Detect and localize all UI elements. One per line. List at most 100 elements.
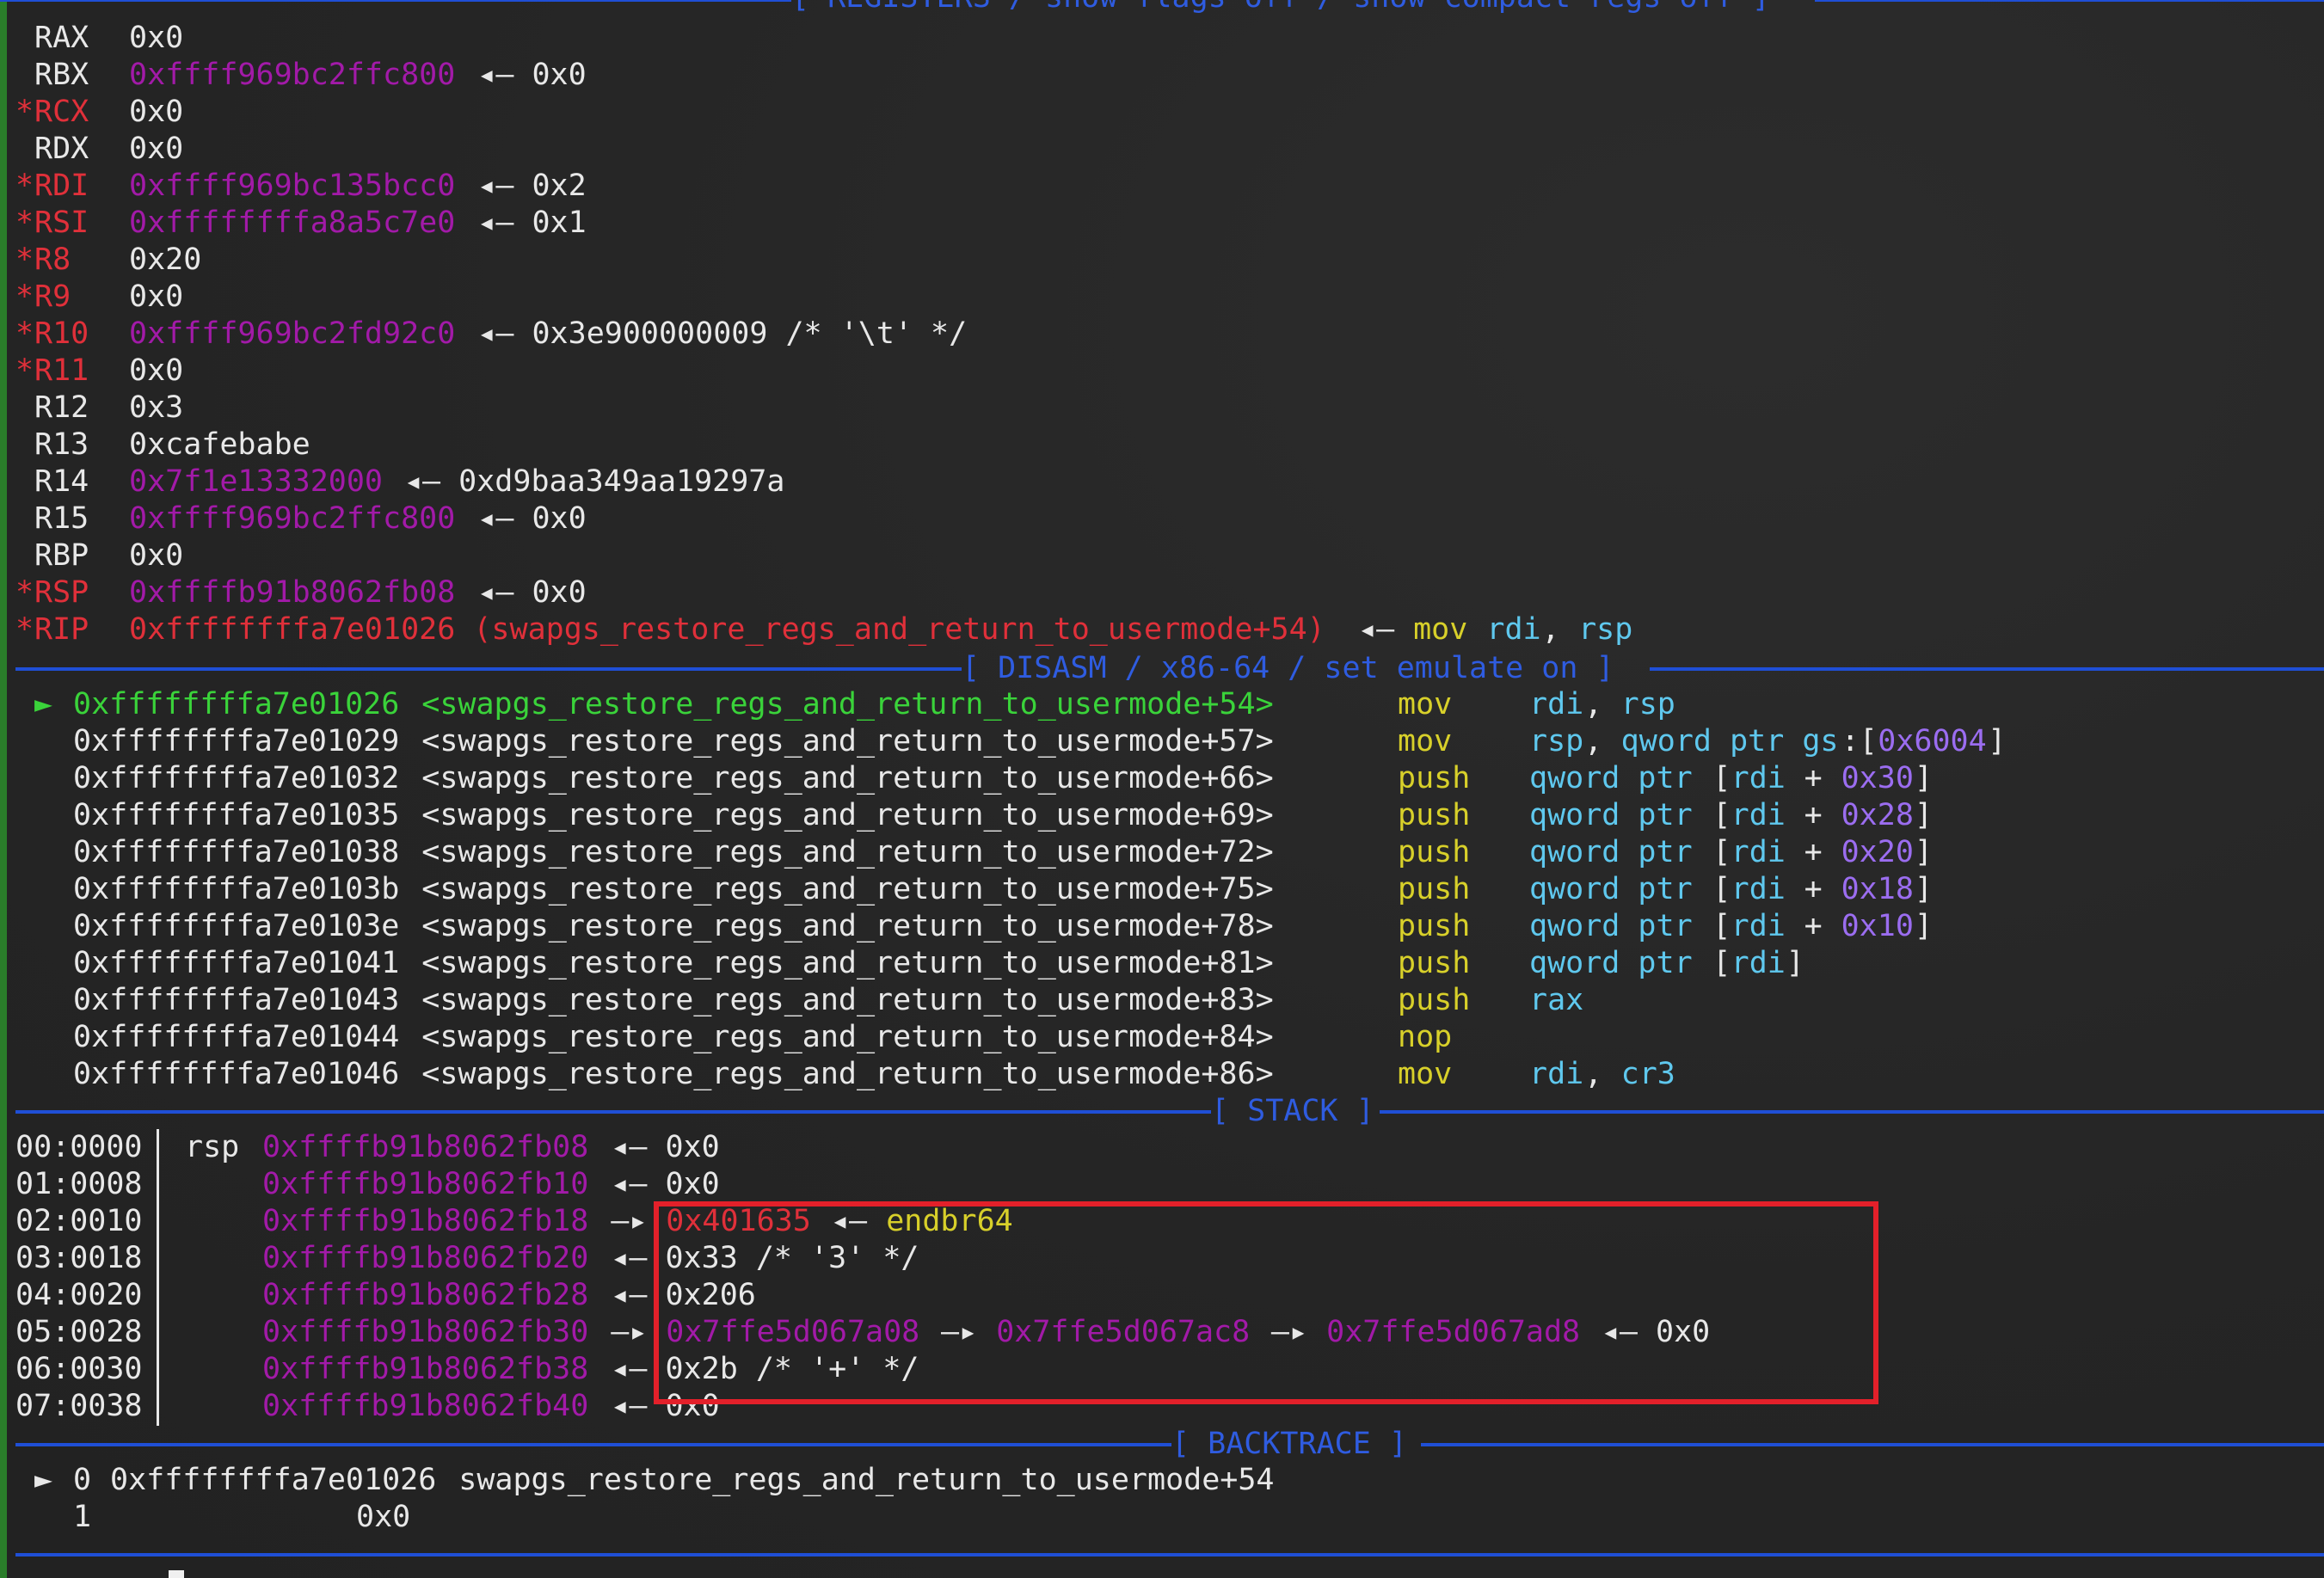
register-name: R8: [34, 243, 71, 277]
disasm-row: 0xffffffffa7e01041 <swapgs_restore_regs_a…: [0, 945, 2324, 982]
register-value: 0x0: [129, 353, 184, 388]
instruction-symbol: <swapgs_restore_regs_and_return_to_userm…: [421, 909, 1274, 943]
instruction-mnemonic: push: [1398, 872, 1471, 906]
instruction-operand-part: qword ptr: [1529, 835, 1711, 869]
instruction-operand-part: 0x30: [1841, 761, 1914, 795]
instruction-operand-part: ]: [1914, 798, 1933, 832]
disasm-row: 0xffffffffa7e01032 <swapgs_restore_regs_a…: [0, 760, 2324, 797]
instruction-operand-part: rdi: [1731, 946, 1786, 980]
instruction-address: 0xffffffffa7e0103e: [73, 909, 400, 943]
instruction-mnemonic: nop: [1398, 1020, 1453, 1054]
instruction-operand-part: rdi: [1731, 835, 1786, 869]
instruction-mnemonic: push: [1398, 909, 1471, 943]
instruction-operand-part: 0x10: [1841, 909, 1914, 943]
backtrace-frame-number: 0: [73, 1463, 92, 1497]
instruction-operand-part: :[: [1841, 724, 1878, 758]
register-name: R12: [34, 390, 89, 425]
instruction-operand-part: qword ptr: [1529, 909, 1711, 943]
backtrace-address: 0xffffffffa7e01026: [110, 1463, 437, 1497]
register-value: 0x0: [129, 95, 184, 129]
register-value: 0x3: [129, 390, 184, 425]
stack-index: 06:0030: [15, 1352, 143, 1386]
backtrace-symbol: swapgs_restore_regs_and_return_to_usermo…: [458, 1463, 1275, 1497]
stack-value-part: ◂— 0x0: [611, 1167, 720, 1201]
disasm-row: 0xffffffffa7e01046 <swapgs_restore_regs_a…: [0, 1056, 2324, 1093]
terminal-window[interactable]: [ REGISTERS / show-flags off / show-comp…: [0, 0, 2324, 1578]
register-row: RDX 0x0: [0, 131, 2324, 168]
instruction-operand-part: qword ptr: [1529, 872, 1711, 906]
instruction-address: 0xffffffffa7e01026: [73, 687, 400, 721]
instruction-address: 0xffffffffa7e01041: [73, 946, 400, 980]
instruction-operand-part: +: [1786, 872, 1841, 906]
register-name: RSP: [34, 575, 89, 610]
instruction-mnemonic: mov: [1398, 687, 1453, 721]
instruction-symbol: <swapgs_restore_regs_and_return_to_userm…: [421, 761, 1274, 795]
instruction-symbol: <swapgs_restore_regs_and_return_to_userm…: [421, 724, 1274, 758]
register-value: 0x0: [129, 538, 184, 573]
stack-index: 03:0018: [15, 1241, 143, 1275]
instruction-operand-part: ,: [1583, 1057, 1621, 1091]
register-value: 0x20: [129, 243, 202, 277]
stack-address: 0xffffb91b8062fb10: [262, 1167, 589, 1201]
instruction-symbol: <swapgs_restore_regs_and_return_to_userm…: [421, 1057, 1274, 1091]
instruction-mnemonic: push: [1398, 798, 1471, 832]
instruction-address: 0xffffffffa7e01035: [73, 798, 400, 832]
instruction-mnemonic: mov: [1398, 1057, 1453, 1091]
instruction-symbol: <swapgs_restore_regs_and_return_to_userm…: [421, 798, 1274, 832]
instruction-operand-part: rsp: [1529, 724, 1584, 758]
register-changed-marker: *: [15, 575, 34, 610]
stack-address: 0xffffb91b8062fb40: [262, 1389, 589, 1423]
bottom-rule: [15, 1553, 2324, 1557]
disasm-row: 0xffffffffa7e0103e <swapgs_restore_regs_a…: [0, 908, 2324, 945]
backtrace-header: [ BACKTRACE ]: [1171, 1427, 1407, 1461]
register-changed-marker: *: [15, 353, 34, 388]
stack-index: 01:0008: [15, 1167, 143, 1201]
instruction-mnemonic: mov: [1398, 724, 1453, 758]
register-name: R14: [34, 464, 89, 499]
instruction-operand-part: 0x20: [1841, 835, 1914, 869]
register-row: RAX 0x0: [0, 20, 2324, 57]
registers-header-rule-left: [0, 0, 791, 2]
stack-value-part: ◂— 0x0: [611, 1130, 720, 1164]
register-name: RAX: [34, 21, 89, 55]
stack-header-rule-right: [1380, 1110, 2324, 1114]
instruction-symbol: <swapgs_restore_regs_and_return_to_userm…: [421, 946, 1274, 980]
register-name: R15: [34, 501, 89, 536]
instruction-symbol: <swapgs_restore_regs_and_return_to_userm…: [421, 983, 1274, 1017]
instruction-symbol: <swapgs_restore_regs_and_return_to_userm…: [421, 872, 1274, 906]
instruction-symbol: <swapgs_restore_regs_and_return_to_userm…: [421, 1020, 1274, 1054]
disasm-row: 0xffffffffa7e01038 <swapgs_restore_regs_a…: [0, 834, 2324, 871]
stack-index: 05:0028: [15, 1315, 143, 1349]
register-value: 0x7f1e13332000: [129, 464, 384, 499]
instruction-operand-part: 0x28: [1841, 798, 1914, 832]
register-changed-marker: *: [15, 95, 34, 129]
registers-header: [ REGISTERS / show-flags off / show-comp…: [791, 0, 1770, 16]
instruction-operand-part: rdi: [1529, 1057, 1584, 1091]
register-value: 0x0: [129, 21, 184, 55]
disasm-row: 0xffffffffa7e0103b <swapgs_restore_regs_a…: [0, 871, 2324, 908]
register-value: 0xffff969bc2ffc800: [129, 58, 456, 92]
instruction-operand-part: 0x18: [1841, 872, 1914, 906]
backtrace-header-rule-left: [15, 1443, 1171, 1446]
disasm-header-rule-left: [15, 667, 962, 671]
disasm-row: 0xffffffffa7e01043 <swapgs_restore_regs_a…: [0, 982, 2324, 1019]
disasm-row: 0xffffffffa7e01035 <swapgs_restore_regs_a…: [0, 797, 2324, 834]
instruction-operand-part: ]: [1914, 872, 1933, 906]
instruction-mnemonic: push: [1398, 983, 1471, 1017]
stack-address: 0xffffb91b8062fb20: [262, 1241, 589, 1275]
register-name: RDI: [34, 169, 89, 203]
instruction-operand-part: ]: [1786, 946, 1804, 980]
register-name: RBP: [34, 538, 89, 573]
instruction-operand-part: qword ptr: [1529, 798, 1711, 832]
instruction-symbol: <swapgs_restore_regs_and_return_to_userm…: [421, 687, 1274, 721]
backtrace-header-rule-right: [1421, 1443, 2324, 1446]
register-row: * R10 0xffff969bc2fd92c0 ◂— 0x3e900000009 /…: [0, 316, 2324, 353]
instruction-address: 0xffffffffa7e01046: [73, 1057, 400, 1091]
register-changed-marker: *: [15, 243, 34, 277]
backtrace-address: 0x0: [356, 1500, 411, 1534]
register-name: R10: [34, 316, 89, 351]
stack-address: 0xffffb91b8062fb08: [262, 1130, 589, 1164]
backtrace-arrow: ►: [34, 1463, 53, 1497]
register-value: 0xffff969bc2ffc800: [129, 501, 456, 536]
rip-instruction-operand: rsp: [1578, 612, 1633, 647]
